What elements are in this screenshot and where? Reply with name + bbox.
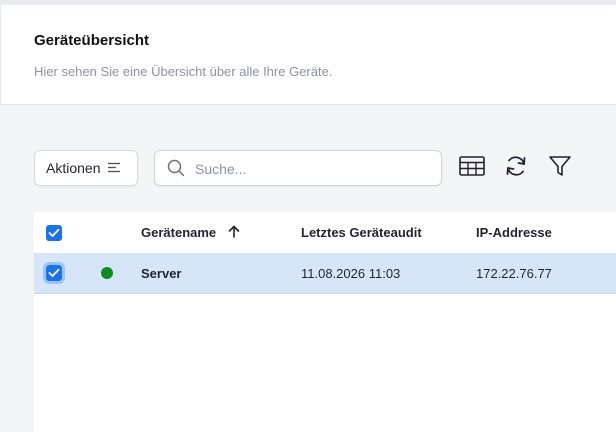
table-columns-icon (459, 155, 485, 181)
row-checkbox[interactable] (43, 262, 65, 284)
filter-icon (548, 154, 572, 183)
last-audit-value: 11.08.2026 11:03 (301, 266, 401, 281)
ip-address-value: 172.22.76.77 (476, 266, 552, 281)
refresh-icon (504, 154, 528, 183)
table-header: Gerätename Letztes Geräteaudit IP-Addres… (34, 212, 616, 253)
column-header-name-label: Gerätename (141, 225, 217, 240)
select-all-checkbox[interactable] (46, 225, 62, 241)
checkmark-icon (48, 268, 60, 277)
page-title: Geräteübersicht (34, 32, 150, 49)
search-input[interactable] (193, 152, 437, 186)
refresh-button[interactable] (502, 154, 530, 182)
actions-button-label: Aktionen (46, 160, 101, 176)
checkmark-icon (48, 228, 60, 237)
search-box[interactable] (154, 150, 442, 186)
column-header-name[interactable]: Gerätename (141, 225, 240, 241)
table-columns-button[interactable] (458, 154, 486, 182)
column-header-ip[interactable]: IP-Addresse (476, 225, 552, 240)
sort-lines-icon (108, 160, 121, 176)
column-header-last-audit[interactable]: Letztes Geräteaudit (301, 225, 422, 240)
search-icon (167, 159, 185, 182)
device-name[interactable]: Server (141, 266, 181, 281)
device-table: Gerätename Letztes Geräteaudit IP-Addres… (34, 212, 616, 432)
page-header: Geräteübersicht Hier sehen Sie eine Über… (0, 5, 616, 105)
page-subtitle: Hier sehen Sie eine Übersicht über alle … (34, 64, 333, 79)
table-row[interactable]: Server 11.08.2026 11:03 172.22.76.77 (34, 253, 616, 294)
sort-ascending-icon (228, 225, 240, 241)
status-dot-icon (101, 267, 113, 279)
filter-button[interactable] (546, 154, 574, 182)
actions-button[interactable]: Aktionen (34, 150, 138, 186)
